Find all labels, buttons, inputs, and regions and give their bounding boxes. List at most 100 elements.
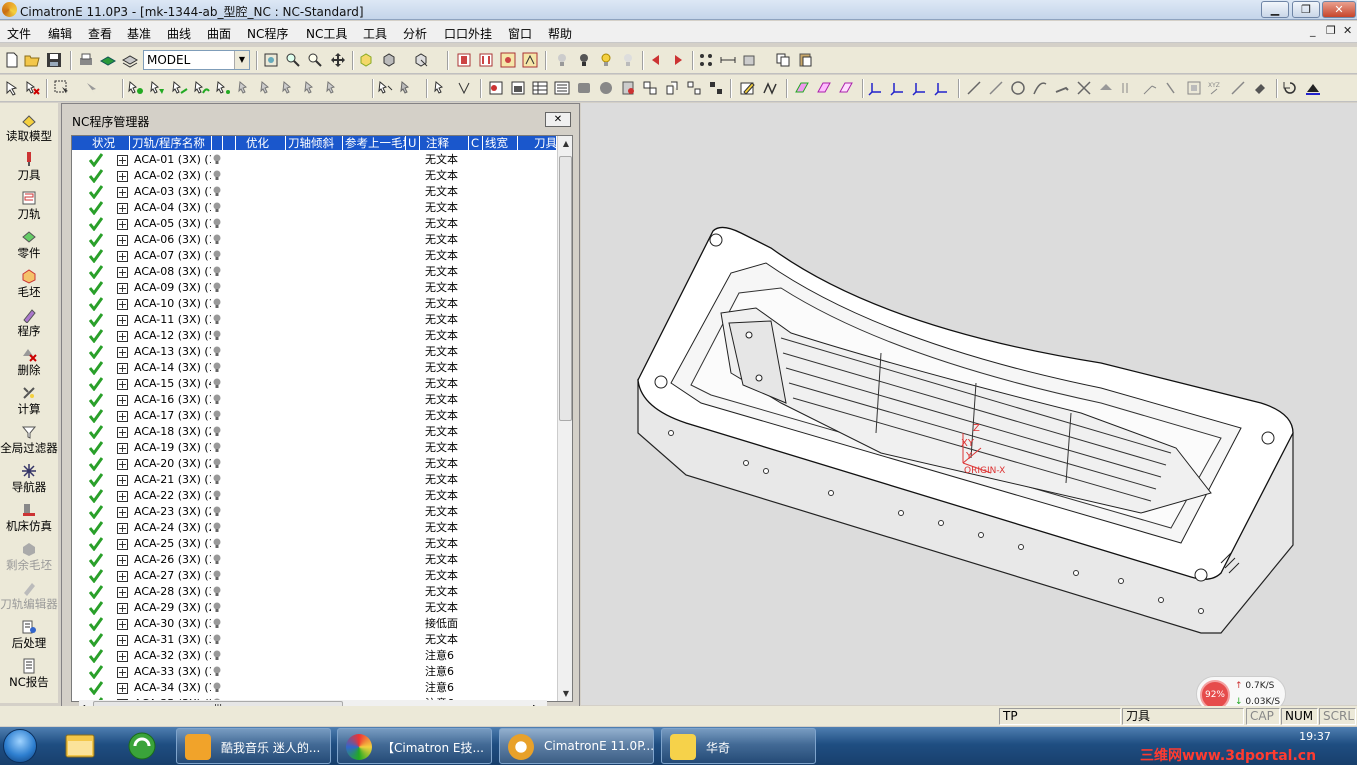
expand-icon[interactable]: [117, 539, 128, 550]
col-width[interactable]: 线宽: [483, 136, 518, 150]
paste-icon[interactable]: [797, 52, 813, 68]
table-row[interactable]: ACA-09 (3X) (1 无文本: [72, 280, 556, 296]
expand-icon[interactable]: [117, 395, 128, 406]
project-icon[interactable]: [1164, 80, 1180, 96]
expand-icon[interactable]: [117, 507, 128, 518]
expand-icon[interactable]: [117, 347, 128, 358]
global-filter-button[interactable]: 全局过滤器: [0, 421, 58, 460]
tray-clock[interactable]: 19:37: [1290, 730, 1340, 743]
bulb-icon[interactable]: [213, 218, 221, 229]
table-row[interactable]: ACA-04 (3X) (1 无文本: [72, 200, 556, 216]
col-ref-stock[interactable]: 参考上一毛坯: [343, 136, 406, 150]
bulb-icon[interactable]: [213, 410, 221, 421]
scroll-down-icon[interactable]: ▼: [558, 686, 572, 701]
pick-points-icon[interactable]: [216, 80, 232, 96]
nc-template-icon[interactable]: [522, 52, 538, 68]
table-row[interactable]: ACA-26 (3X) (1 无文本: [72, 552, 556, 568]
light-on-icon[interactable]: [598, 52, 614, 68]
table-row[interactable]: ACA-28 (3X) (3 无文本: [72, 584, 556, 600]
pick-vertex-icon[interactable]: [434, 80, 450, 96]
expand-icon[interactable]: [117, 683, 128, 694]
save-icon[interactable]: [46, 52, 62, 68]
expand-icon[interactable]: [117, 299, 128, 310]
table-row[interactable]: ACA-12 (3X) (5 无文本: [72, 328, 556, 344]
nc-setup-icon[interactable]: [456, 52, 472, 68]
bulb-icon[interactable]: [213, 554, 221, 565]
table-row[interactable]: ACA-16 (3X) (1 无文本: [72, 392, 556, 408]
bulb-icon[interactable]: [213, 154, 221, 165]
expand-icon[interactable]: [117, 667, 128, 678]
bulb-icon[interactable]: [213, 186, 221, 197]
bulb-icon[interactable]: [213, 650, 221, 661]
expand-icon[interactable]: [117, 251, 128, 262]
nc-report-button[interactable]: NC报告: [0, 655, 58, 694]
table-row[interactable]: ACA-34 (3X) (1 注意6: [72, 680, 556, 696]
select-icon[interactable]: [4, 80, 20, 96]
read-model-button[interactable]: 读取模型: [0, 109, 58, 148]
expand-icon[interactable]: [117, 411, 128, 422]
ucs-rotate-icon[interactable]: [912, 80, 928, 96]
bulb-icon[interactable]: [213, 250, 221, 261]
menu-help[interactable]: 帮助: [548, 25, 572, 42]
nc-list-icon[interactable]: [478, 52, 494, 68]
table-row[interactable]: ACA-05 (3X) (1 无文本: [72, 216, 556, 232]
table-row[interactable]: ACA-08 (3X) (1 无文本: [72, 264, 556, 280]
render-mode-icon[interactable]: [413, 52, 429, 68]
pick-wire-icon[interactable]: [282, 80, 298, 96]
table-row[interactable]: ACA-01 (3X) (1 无文本: [72, 152, 556, 168]
assembly-icon[interactable]: [510, 80, 526, 96]
menu-surface[interactable]: 曲面: [207, 25, 231, 42]
maximize-button[interactable]: ❐: [1292, 1, 1320, 18]
menu-nc-tools[interactable]: NC工具: [306, 25, 347, 42]
filter-select-icon[interactable]: [84, 80, 100, 96]
col-optimize[interactable]: 优化: [236, 136, 286, 150]
circle-icon[interactable]: [1010, 80, 1026, 96]
expand-icon[interactable]: [117, 363, 128, 374]
pick-edges-icon[interactable]: [172, 80, 188, 96]
table-row[interactable]: ACA-22 (3X) (2 无文本: [72, 488, 556, 504]
expand-icon[interactable]: [117, 443, 128, 454]
bulb-icon[interactable]: [213, 362, 221, 373]
machine-sim-button[interactable]: 机床仿真: [0, 499, 58, 538]
table-row[interactable]: ACA-21 (3X) (1 无文本: [72, 472, 556, 488]
ucs-pick-icon[interactable]: [934, 80, 950, 96]
explorer-icon[interactable]: [58, 729, 102, 763]
scroll-up-icon[interactable]: ▲: [558, 136, 572, 152]
table-row[interactable]: ACA-29 (3X) (2 无文本: [72, 600, 556, 616]
menu-edit[interactable]: 编辑: [48, 25, 72, 42]
pan-icon[interactable]: [330, 52, 346, 68]
bulb-icon[interactable]: [213, 298, 221, 309]
start-button[interactable]: [3, 729, 37, 763]
menu-view[interactable]: 查看: [88, 25, 112, 42]
surface-blend-icon[interactable]: [816, 80, 832, 96]
expand-icon[interactable]: [117, 571, 128, 582]
vertical-scrollbar[interactable]: ▲ ▼: [557, 136, 572, 701]
col-name[interactable]: 刀轨/程序名称: [130, 136, 212, 150]
bulb-icon[interactable]: [213, 346, 221, 357]
expand-icon[interactable]: [117, 171, 128, 182]
col-comment[interactable]: 注释: [420, 136, 469, 150]
table-row[interactable]: ACA-31 (3X) (3 无文本: [72, 632, 556, 648]
expand-icon[interactable]: [117, 187, 128, 198]
col-status[interactable]: 状况: [72, 136, 130, 150]
fillet-icon[interactable]: [1098, 80, 1114, 96]
mdi-close-button[interactable]: ✕: [1343, 24, 1352, 37]
navigator-button[interactable]: 导航器: [0, 460, 58, 499]
col-c[interactable]: C: [469, 136, 483, 150]
bulb-icon[interactable]: [213, 602, 221, 613]
expand-icon[interactable]: [117, 619, 128, 630]
toolpath-button[interactable]: 刀轨: [0, 187, 58, 226]
expand-icon[interactable]: [117, 491, 128, 502]
bulb-icon[interactable]: [213, 586, 221, 597]
layer-display-icon[interactable]: [100, 52, 116, 68]
expand-icon[interactable]: [117, 603, 128, 614]
expand-icon[interactable]: [117, 651, 128, 662]
trim-icon[interactable]: [1076, 80, 1092, 96]
table-row[interactable]: ACA-30 (3X) (3 接低面: [72, 616, 556, 632]
table-row[interactable]: ACA-19 (3X) (1 无文本: [72, 440, 556, 456]
part-tree-icon[interactable]: [488, 80, 504, 96]
table-row[interactable]: ACA-15 (3X) (4 无文本: [72, 376, 556, 392]
polyline-icon[interactable]: [762, 80, 778, 96]
bulb-icon[interactable]: [213, 666, 221, 677]
graphics-viewport[interactable]: Z XY Y ORIGIN-X: [581, 103, 1357, 705]
